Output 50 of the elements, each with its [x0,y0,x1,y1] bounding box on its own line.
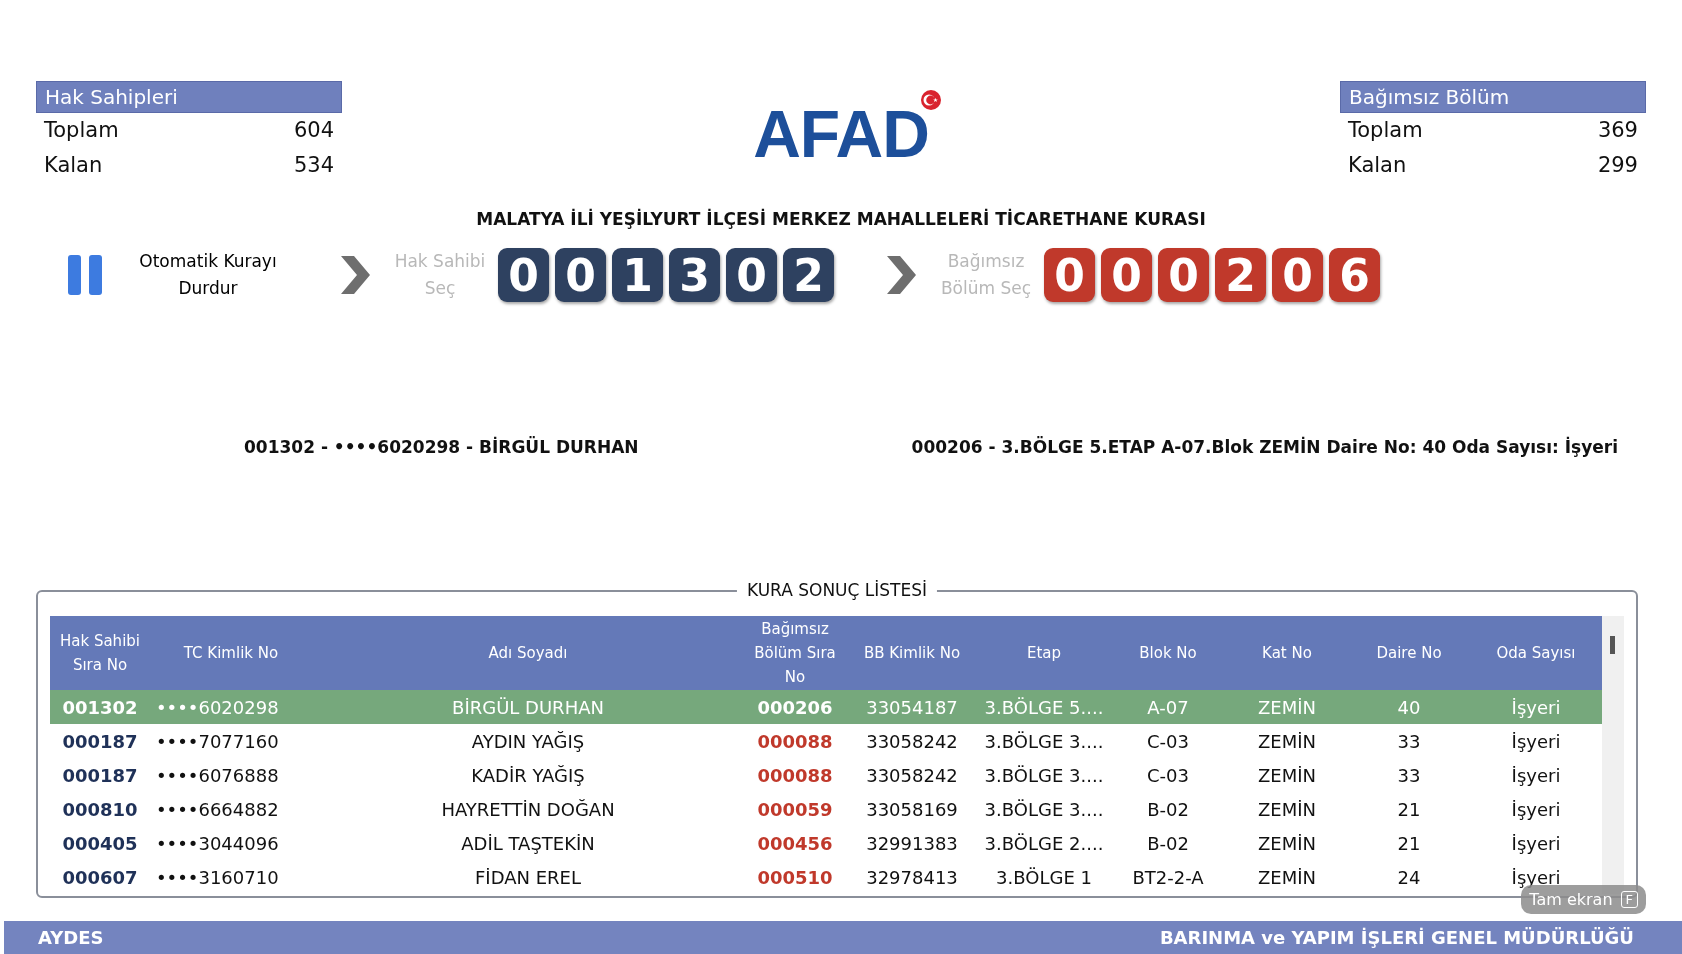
footer-right-text: BARINMA ve YAPIM İŞLERİ GENEL MÜDÜRLÜĞÜ [1159,927,1634,948]
counter-label: Hak Sahibi Seç [393,250,487,300]
digit-tile: 0 [726,248,777,302]
stat-label: Toplam [44,118,119,142]
column-header: BB Kimlik No [846,616,978,690]
digit-tile: 0 [1044,248,1095,302]
digit-tile: 0 [555,248,606,302]
lottery-title: MALATYA İLİ YEŞİLYURT İLÇESİ MERKEZ MAHALLELERİ TİCARETHANE KURASI [475,209,1207,229]
digit-tile: 3 [669,248,720,302]
digit-tile: 0 [1272,248,1323,302]
column-header: Adı Soyadı [312,616,744,690]
stat-label: Toplam [1348,118,1423,142]
logo-text: AFAD [753,97,929,171]
column-header: Bağımsız Bölüm Sıra No [744,616,846,690]
stat-value: 604 [293,118,334,142]
key-hint: F [1620,891,1638,908]
pause-button[interactable]: Otomatik Kurayı Durdur [66,248,288,302]
chevron-right-icon [338,253,372,297]
column-header: Blok No [1110,616,1226,690]
table-row[interactable]: 000187 ••••7077160 AYDIN YAĞIŞ 000088 33058242 3.BÖLGE 3.... C-03 ZEMİN 33 İşyeri [50,724,1602,758]
digit-tile: 6 [1329,248,1380,302]
digit-tile: 2 [783,248,834,302]
footer-left-text: AYDES [38,927,104,948]
selected-unit-text: 000206 - 3.BÖLGE 5.ETAP A-07.Blok ZEMİN Daire No: 40 Oda Sayısı: İşyeri [911,437,1618,457]
results-title: KURA SONUÇ LİSTESİ [736,580,938,600]
scroll-thumb[interactable] [1610,636,1615,654]
stat-label: Kalan [1348,153,1407,177]
digit-tile: 0 [498,248,549,302]
digit-tile: 1 [612,248,663,302]
digit-tile: 0 [1101,248,1152,302]
chevron-right-icon [884,253,918,297]
table-row[interactable]: 000810 ••••6664882 HAYRETTİN DOĞAN 000059 33058169 3.BÖLGE 3.... B-02 ZEMİN 21 İşyeri [50,792,1602,826]
column-header: Oda Sayısı [1470,616,1602,690]
column-header: Etap [978,616,1110,690]
panel-title: Bağımsız Bölüm [1340,81,1646,113]
stat-value: 369 [1597,118,1638,142]
table-row[interactable]: 000187 ••••6076888 KADİR YAĞIŞ 000088 33058242 3.BÖLGE 3.... C-03 ZEMİN 33 İşyeri [50,758,1602,792]
panel-title: Hak Sahipleri [36,81,342,113]
stat-label: Kalan [44,153,103,177]
column-header: Hak Sahibi Sıra No [50,616,150,690]
column-header: TC Kimlik No [150,616,312,690]
column-header: Kat No [1226,616,1348,690]
digit-tile: 0 [1158,248,1209,302]
selected-holder-text: 001302 - ••••6020298 - BİRGÜL DURHAN [244,437,639,457]
digit-tile: 2 [1215,248,1266,302]
stat-value: 299 [1597,153,1638,177]
stat-value: 534 [293,153,334,177]
counter-label: Bağımsız Bölüm Seç [939,250,1033,300]
table-row[interactable]: 000405 ••••3044096 ADİL TAŞTEKİN 000456 32991383 3.BÖLGE 2.... B-02 ZEMİN 21 İşyeri [50,826,1602,860]
column-header: Daire No [1348,616,1470,690]
